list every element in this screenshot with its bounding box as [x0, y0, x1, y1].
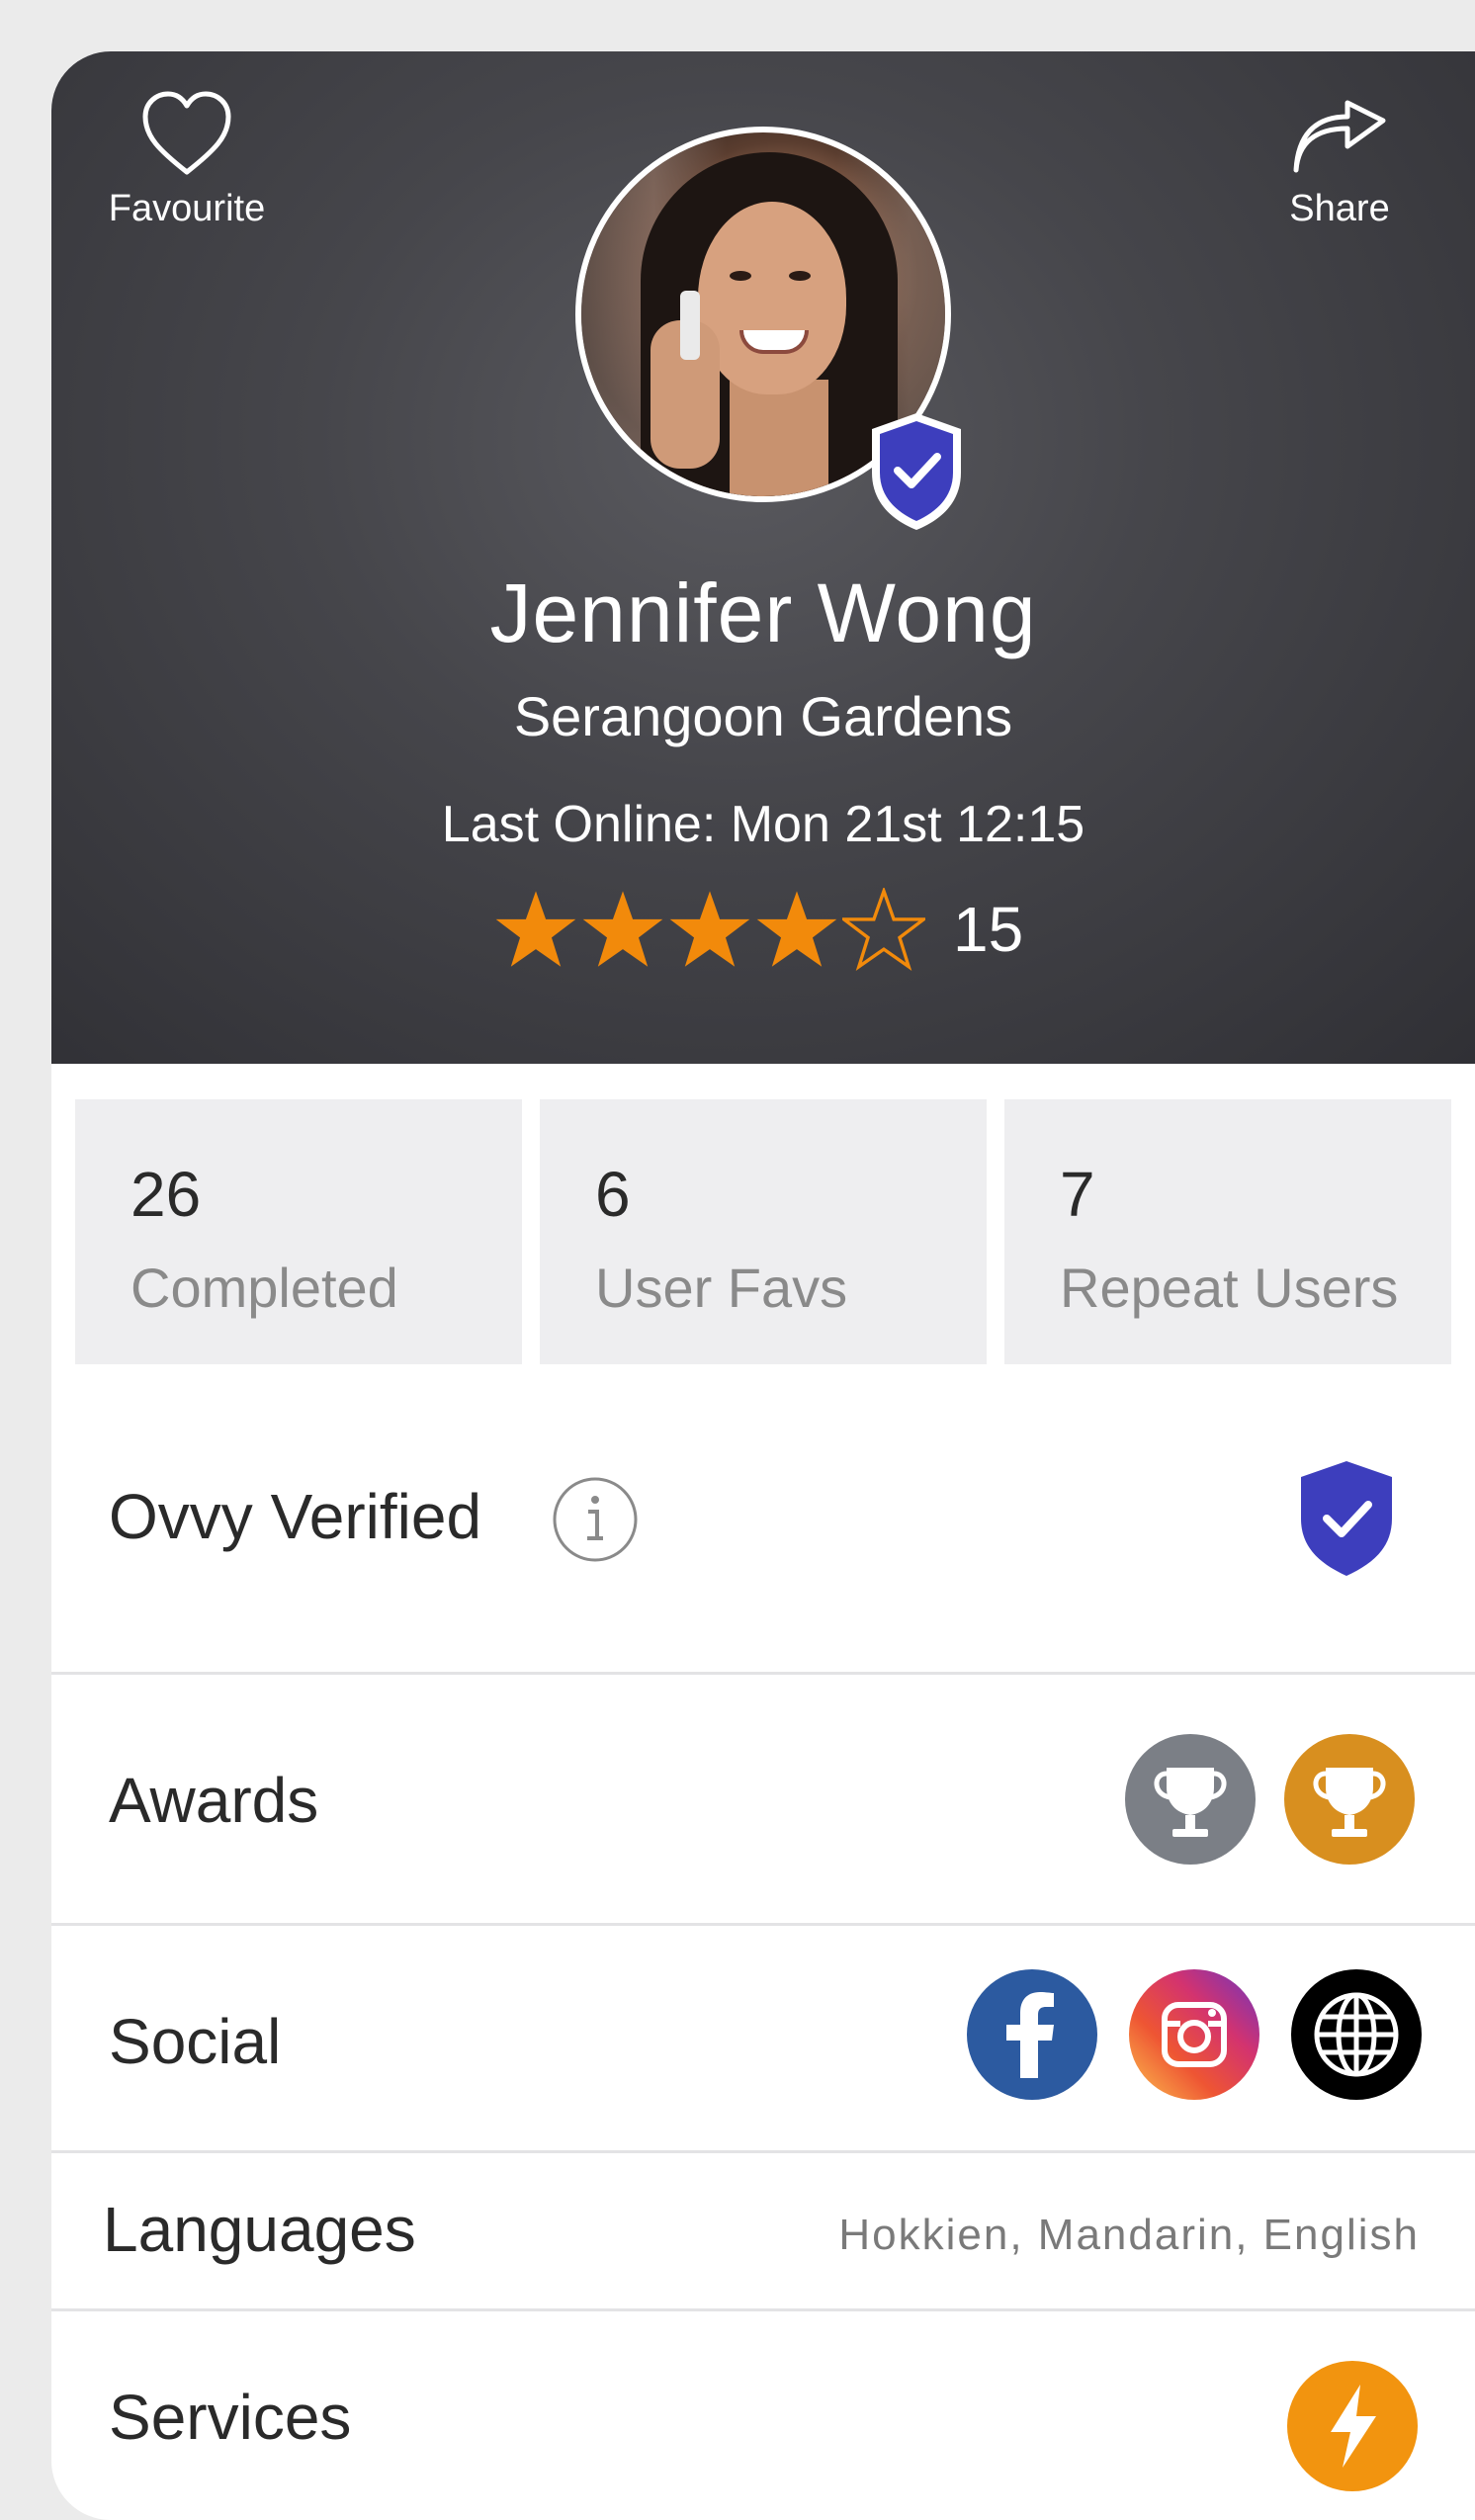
stat-value: 6 — [595, 1159, 631, 1230]
share-arrow-icon — [1293, 100, 1386, 173]
profile-header: Favourite Share Jennifer Wong Serangoon — [51, 51, 1475, 1064]
last-online: Last Online: Mon 21st 12:15 — [441, 796, 1085, 853]
verified-badge-icon — [872, 413, 961, 530]
lightning-icon[interactable] — [1285, 2359, 1420, 2493]
awards-title: Awards — [109, 1765, 319, 1836]
info-icon[interactable] — [551, 1475, 640, 1564]
globe-icon[interactable] — [1289, 1967, 1424, 2102]
languages-value: Hokkien, Mandarin, English — [838, 2211, 1420, 2259]
stat-label: Completed — [130, 1257, 398, 1319]
stats-bar: 26 Completed 6 User Favs 7 Repeat Users — [75, 1099, 1451, 1364]
stat-completed: 26 Completed — [75, 1099, 522, 1364]
awards-row: Awards — [51, 1675, 1475, 1926]
star-icon — [669, 891, 750, 967]
facebook-icon[interactable] — [965, 1967, 1099, 2102]
trophy-icon[interactable] — [1123, 1732, 1258, 1867]
services-title: Services — [109, 2382, 352, 2453]
profile-name: Jennifer Wong — [489, 566, 1037, 659]
favourite-button[interactable]: Favourite — [93, 89, 281, 230]
star-rating: 15 — [494, 880, 1023, 979]
services-row: Services — [51, 2311, 1475, 2520]
star-icon — [495, 891, 576, 967]
social-title: Social — [109, 2006, 282, 2077]
shield-check-icon — [1301, 1461, 1392, 1576]
languages-row: Languages Hokkien, Mandarin, English — [51, 2153, 1475, 2311]
share-label: Share — [1289, 188, 1390, 229]
profile-location: Serangoon Gardens — [513, 685, 1013, 747]
stat-value: 26 — [130, 1159, 202, 1230]
social-row: Social — [51, 1926, 1475, 2153]
trophy-icon[interactable] — [1282, 1732, 1417, 1867]
favourite-label: Favourite — [108, 188, 266, 229]
rating-count: 15 — [953, 894, 1024, 965]
star-outline-icon — [842, 888, 925, 971]
instagram-icon[interactable] — [1127, 1967, 1261, 2102]
stat-repeat-users: 7 Repeat Users — [1004, 1099, 1451, 1364]
share-button[interactable]: Share — [1265, 99, 1414, 230]
profile-card: Favourite Share Jennifer Wong Serangoon — [51, 51, 1475, 2520]
heart-icon — [142, 91, 231, 175]
stat-value: 7 — [1060, 1159, 1095, 1230]
stat-user-favs: 6 User Favs — [540, 1099, 987, 1364]
languages-title: Languages — [103, 2194, 416, 2265]
verified-row: Ovvy Verified — [51, 1366, 1475, 1675]
star-icon — [756, 891, 837, 967]
verified-title: Ovvy Verified — [109, 1481, 482, 1552]
star-icon — [582, 891, 663, 967]
stat-label: Repeat Users — [1060, 1257, 1399, 1319]
stat-label: User Favs — [595, 1257, 848, 1319]
